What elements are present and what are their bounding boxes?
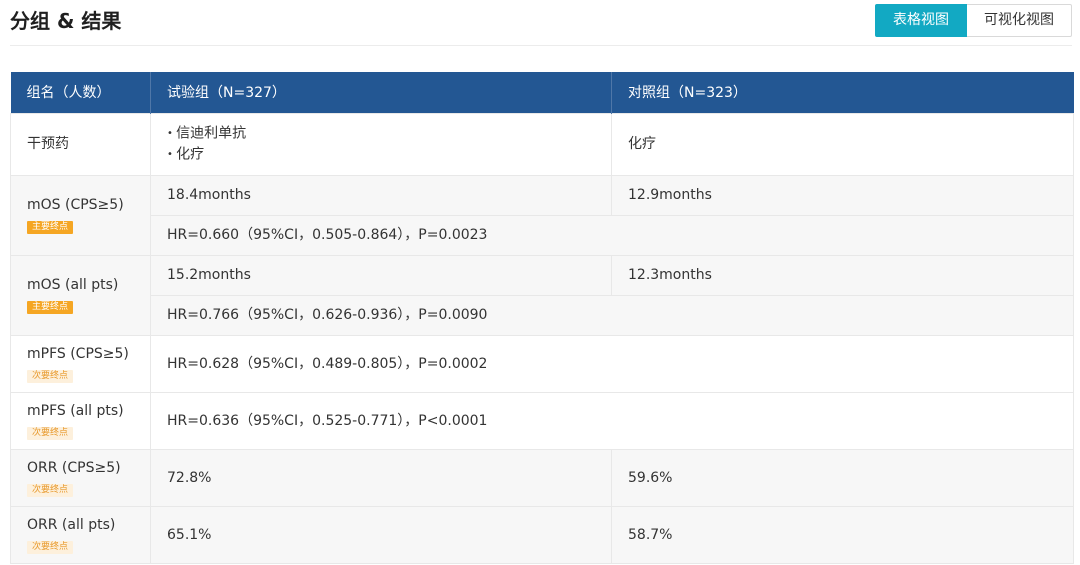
view-switch: 表格视图 可视化视图: [875, 4, 1072, 37]
row-label-text: mPFS (CPS≥5): [27, 345, 129, 362]
row-label: 干预药: [10, 112, 151, 176]
trial-value-cell: 15.2months: [150, 254, 612, 296]
table-row-mos-cps: mOS (CPS≥5) 主要终点 18.4months 12.9months: [10, 174, 1074, 256]
primary-endpoint-badge: 主要终点: [27, 301, 74, 314]
row-label: mOS (all pts) 主要终点: [10, 254, 151, 336]
page-title: 分组 & 结果: [10, 9, 122, 33]
section-header: 分组 & 结果 表格视图 可视化视图: [0, 0, 1080, 46]
control-value-cell: 12.9months: [611, 174, 1074, 216]
row-label: ORR (all pts) 次要终点: [10, 505, 151, 564]
trial-value-cell: 65.1%: [150, 505, 612, 564]
control-drug-cell: 化疗: [611, 112, 1074, 176]
row-label: ORR (CPS≥5) 次要终点: [10, 448, 151, 507]
row-label-text: ORR (all pts): [27, 516, 116, 533]
trial-drugs-cell: 信迪利单抗 化疗: [150, 112, 612, 176]
hr-cell: HR=0.628（95%CI，0.489-0.805），P=0.0002: [150, 334, 1074, 393]
secondary-endpoint-badge: 次要终点: [27, 483, 74, 497]
hr-cell: HR=0.636（95%CI，0.525-0.771），P<0.0001: [150, 391, 1074, 450]
primary-endpoint-badge: 主要终点: [27, 221, 74, 234]
column-header-control: 对照组（N=323）: [611, 72, 1074, 113]
visual-view-button[interactable]: 可视化视图: [967, 4, 1072, 37]
results-table: 组名（人数） 试验组（N=327） 对照组（N=323） 干预药 信迪利单抗 化…: [10, 72, 1074, 564]
table-row-mos-all: mOS (all pts) 主要终点 15.2months 12.3months: [10, 254, 1074, 336]
table-row-mpfs-all: mPFS (all pts) 次要终点 HR=0.636（95%CI，0.525…: [10, 391, 1074, 450]
table-row-intervention: 干预药 信迪利单抗 化疗 化疗: [10, 112, 1074, 176]
table-row-mos-cps-hr: HR=0.660（95%CI，0.505-0.864），P=0.0023: [11, 214, 1074, 256]
trial-value-cell: 18.4months: [150, 174, 612, 216]
row-label: mOS (CPS≥5) 主要终点: [10, 174, 151, 256]
table-row-mpfs-cps: mPFS (CPS≥5) 次要终点 HR=0.628（95%CI，0.489-0…: [10, 334, 1074, 393]
control-value-cell: 12.3months: [611, 254, 1074, 296]
row-label-text: mOS (all pts): [27, 277, 119, 293]
header-divider: [10, 45, 1072, 46]
table-view-button[interactable]: 表格视图: [875, 4, 967, 37]
table-row-orr-cps: ORR (CPS≥5) 次要终点 72.8% 59.6%: [10, 448, 1074, 507]
row-label-text: mPFS (all pts): [27, 402, 124, 419]
column-header-group: 组名（人数）: [10, 72, 151, 113]
hr-cell: HR=0.766（95%CI，0.626-0.936），P=0.0090: [150, 294, 1074, 336]
row-label: mPFS (all pts) 次要终点: [10, 391, 151, 450]
secondary-endpoint-badge: 次要终点: [27, 540, 74, 554]
table-row-orr-all: ORR (all pts) 次要终点 65.1% 58.7%: [10, 505, 1074, 564]
trial-value-cell: 72.8%: [150, 448, 612, 507]
secondary-endpoint-badge: 次要终点: [27, 369, 74, 383]
control-value-cell: 58.7%: [611, 505, 1074, 564]
row-label: mPFS (CPS≥5) 次要终点: [10, 334, 151, 393]
hr-cell: HR=0.660（95%CI，0.505-0.864），P=0.0023: [150, 214, 1074, 256]
row-label-text: ORR (CPS≥5): [27, 459, 121, 476]
trial-drug-item: 化疗: [167, 144, 595, 166]
column-header-trial: 试验组（N=327）: [150, 72, 612, 113]
table-row-mos-all-hr: HR=0.766（95%CI，0.626-0.936），P=0.0090: [11, 294, 1074, 336]
trial-drug-item: 信迪利单抗: [167, 123, 595, 145]
control-value-cell: 59.6%: [611, 448, 1074, 507]
secondary-endpoint-badge: 次要终点: [27, 426, 74, 440]
row-label-text: mOS (CPS≥5): [27, 197, 124, 213]
row-label-text: 干预药: [27, 136, 69, 152]
table-header-row: 组名（人数） 试验组（N=327） 对照组（N=323）: [10, 72, 1074, 113]
